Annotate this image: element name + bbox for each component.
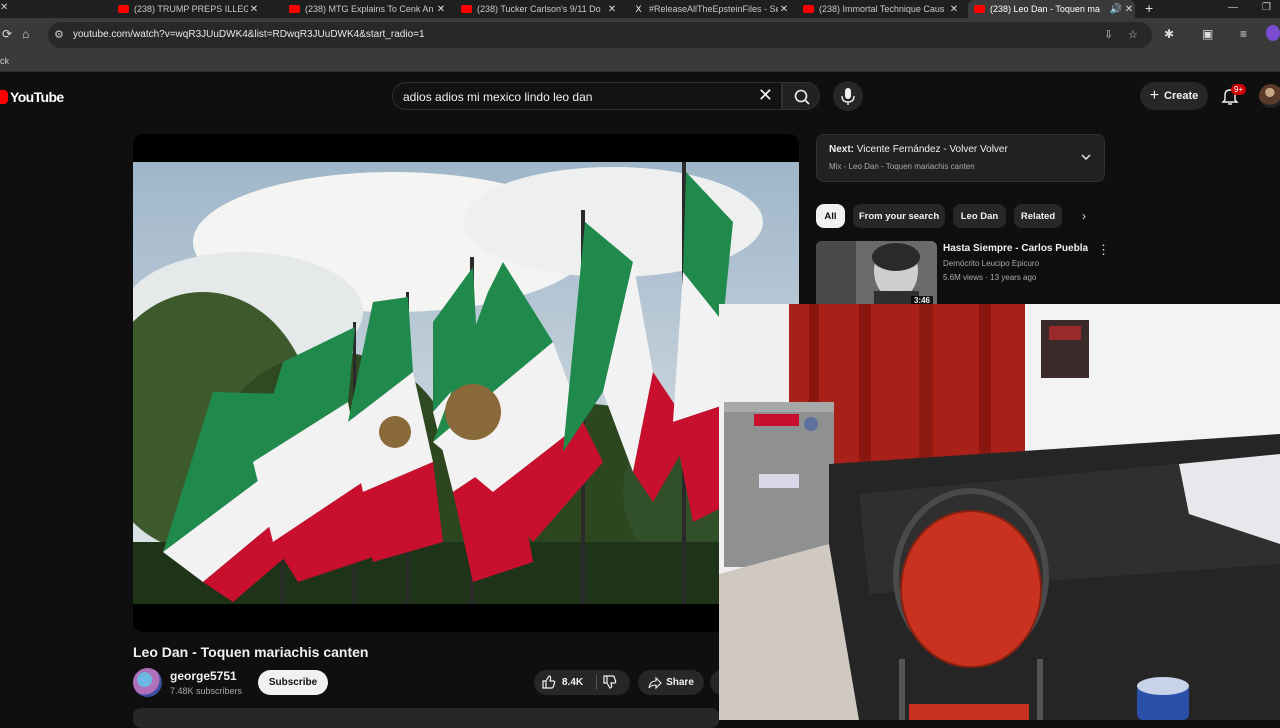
- tab-title: #ReleaseAllTheEpsteinFiles - Se: [649, 4, 778, 14]
- video-player[interactable]: [133, 134, 799, 632]
- chevron-right-icon[interactable]: ›: [1082, 209, 1086, 223]
- clear-search-icon[interactable]: ✕: [758, 85, 773, 105]
- search-icon: [794, 89, 810, 105]
- youtube-logo[interactable]: YouTube: [0, 89, 64, 105]
- channel-name[interactable]: george5751: [170, 669, 237, 683]
- chip-related[interactable]: Related: [1014, 204, 1062, 228]
- profile-icon[interactable]: [1266, 25, 1280, 41]
- bookmark-item[interactable]: ck: [0, 56, 9, 66]
- recommendation-meta: 5.6M views · 13 years ago: [943, 273, 1037, 282]
- recommendation-item[interactable]: 3:46 Hasta Siempre - Carlos Puebla Demóc…: [816, 241, 1110, 305]
- minimize-icon[interactable]: —: [1228, 0, 1238, 16]
- create-label: Create: [1164, 90, 1199, 102]
- star-icon[interactable]: ☆: [1128, 28, 1138, 41]
- thumbs-up-icon[interactable]: [541, 674, 557, 690]
- search-box[interactable]: adios adios mi mexico lindo leo dan ✕: [392, 82, 782, 110]
- install-icon[interactable]: ⇩: [1104, 28, 1113, 41]
- microphone-icon: [841, 88, 855, 105]
- more-vert-icon[interactable]: ⋮: [1097, 243, 1110, 257]
- share-button[interactable]: Share: [638, 670, 704, 695]
- search-input[interactable]: adios adios mi mexico lindo leo dan: [403, 90, 592, 104]
- next-prefix: Next:: [829, 144, 855, 155]
- video-title: Leo Dan - Toquen mariachis canten: [133, 644, 369, 660]
- webcam-overlay: [719, 304, 1280, 720]
- chip-from-your-search[interactable]: From your search: [853, 204, 945, 228]
- divider: [596, 675, 597, 690]
- youtube-icon: [974, 5, 985, 13]
- tab-title: (238) Leo Dan - Toquen ma: [990, 4, 1100, 14]
- next-title: Vicente Fernández - Volver Volver: [856, 144, 1008, 155]
- youtube-icon: [289, 5, 300, 13]
- subscriber-count: 7.48K subscribers: [170, 686, 243, 696]
- site-info-icon[interactable]: ⚙: [54, 28, 64, 41]
- webcam-room-image: [719, 304, 1280, 720]
- thumbs-down-icon[interactable]: [602, 674, 618, 690]
- like-dislike-bar: 8.4K: [534, 670, 630, 695]
- tab-title: (238) Immortal Technique Caus: [819, 4, 945, 14]
- close-icon[interactable]: ✕: [778, 4, 790, 15]
- url-text[interactable]: youtube.com/watch?v=wqR3JUuDWK4&list=RDw…: [73, 29, 425, 40]
- video-frame-mexican-flags: [133, 162, 799, 604]
- recommendation-channel[interactable]: Demócrito Leucipo Epicuro: [943, 259, 1039, 268]
- create-button[interactable]: + Create: [1140, 82, 1208, 110]
- description-box[interactable]: [133, 708, 719, 728]
- browser-tab-strip: ✕ (238) TRUMP PREPS ILLEGAL G ✕ (238) MT…: [0, 0, 1280, 18]
- plus-icon: +: [1149, 87, 1160, 104]
- browser-tab-5[interactable]: (238) Immortal Technique Caus ✕: [803, 0, 960, 18]
- speaker-icon[interactable]: 🔊: [1109, 4, 1123, 15]
- chevron-down-icon[interactable]: [1080, 151, 1092, 163]
- playlist-queue-header[interactable]: Next: Vicente Fernández - Volver Volver …: [816, 134, 1105, 182]
- logo-text: YouTube: [10, 89, 64, 105]
- close-icon[interactable]: ✕: [248, 4, 260, 15]
- search-button[interactable]: [782, 82, 820, 110]
- youtube-header: YouTube adios adios mi mexico lindo leo …: [0, 76, 1280, 116]
- home-icon[interactable]: ⌂: [22, 27, 29, 41]
- account-avatar[interactable]: [1259, 84, 1280, 108]
- close-icon[interactable]: ✕: [1123, 4, 1135, 15]
- tab-title: (238) TRUMP PREPS ILLEGAL G: [134, 4, 248, 14]
- notification-badge: 9+: [1231, 84, 1247, 95]
- x-icon: X: [635, 4, 642, 14]
- close-icon[interactable]: ✕: [948, 4, 960, 15]
- tab-title: (238) MTG Explains To Cenk An: [305, 4, 434, 14]
- youtube-icon: [118, 5, 129, 13]
- youtube-icon: [803, 5, 814, 13]
- youtube-play-icon: [0, 90, 8, 104]
- recommendation-title[interactable]: Hasta Siempre - Carlos Puebla: [943, 243, 1088, 254]
- chip-all[interactable]: All: [816, 204, 845, 228]
- browser-toolbar: ⟳ ⌂ ⚙ youtube.com/watch?v=wqR3JUuDWK4&li…: [0, 18, 1280, 52]
- browser-tab-6-active[interactable]: (238) Leo Dan - Toquen ma 🔊 ✕: [968, 0, 1135, 18]
- split-view-icon[interactable]: ▣: [1202, 27, 1213, 41]
- chip-leo-dan[interactable]: Leo Dan: [953, 204, 1006, 228]
- next-up-text: Next: Vicente Fernández - Volver Volver: [829, 144, 1008, 155]
- voice-search-button[interactable]: [833, 81, 863, 111]
- browser-tab-4[interactable]: X #ReleaseAllTheEpsteinFiles - Se ✕: [633, 0, 790, 18]
- mix-label: Mix - Leo Dan - Toquen mariachis canten: [829, 162, 975, 171]
- browser-tab-3[interactable]: (238) Tucker Carlson's 9/11 Do ✕: [461, 0, 618, 18]
- close-icon[interactable]: ✕: [606, 4, 618, 15]
- new-tab-icon[interactable]: +: [1145, 0, 1153, 16]
- like-count[interactable]: 8.4K: [562, 677, 583, 688]
- youtube-icon: [461, 5, 472, 13]
- close-icon[interactable]: ✕: [435, 4, 447, 15]
- browser-tab-1[interactable]: (238) TRUMP PREPS ILLEGAL G ✕: [118, 0, 260, 18]
- maximize-icon[interactable]: ❐: [1262, 0, 1271, 16]
- tab-close-icon[interactable]: ✕: [0, 0, 8, 16]
- extensions-icon[interactable]: ✱: [1164, 27, 1174, 41]
- browser-tab-2[interactable]: (238) MTG Explains To Cenk An ✕: [289, 0, 447, 18]
- address-bar[interactable]: ⚙ youtube.com/watch?v=wqR3JUuDWK4&list=R…: [48, 22, 1152, 48]
- subscribe-button[interactable]: Subscribe: [258, 670, 328, 695]
- channel-avatar[interactable]: [133, 668, 162, 697]
- tab-title: (238) Tucker Carlson's 9/11 Do: [477, 4, 601, 14]
- video-thumbnail[interactable]: 3:46: [816, 241, 937, 305]
- media-icon[interactable]: ≡: [1240, 27, 1247, 41]
- share-label: Share: [666, 677, 694, 688]
- reload-icon[interactable]: ⟳: [2, 27, 12, 41]
- share-icon: [648, 676, 662, 689]
- bookmarks-bar: ck: [0, 52, 1280, 72]
